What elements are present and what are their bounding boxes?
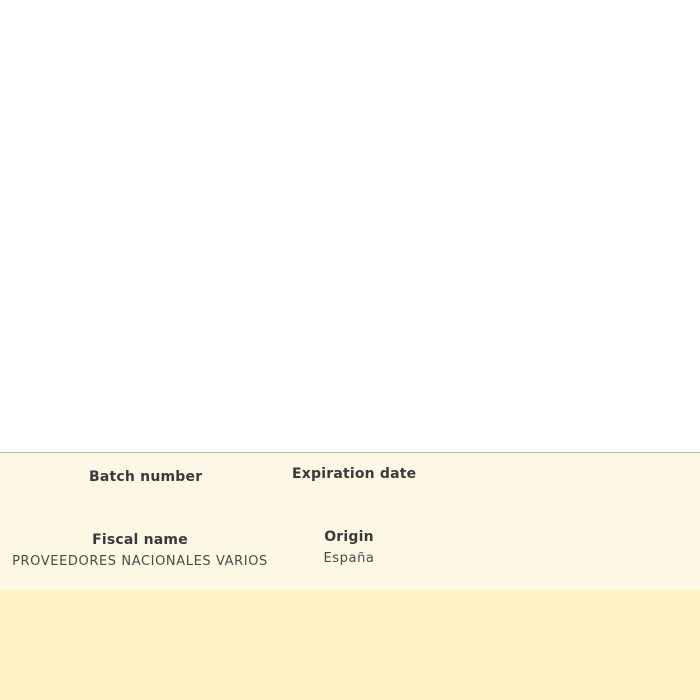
fiscal-name-field: Fiscal name PROVEEDORES NACIONALES VARIO… <box>4 532 276 569</box>
origin-label: Origin <box>324 529 374 545</box>
footer-area <box>0 590 700 700</box>
expiration-date-field: Expiration date <box>292 466 417 488</box>
fiscal-name-value: PROVEEDORES NACIONALES VARIOS <box>12 554 268 569</box>
origin-value: España <box>323 551 375 566</box>
batch-number-field: Batch number <box>89 469 203 491</box>
batch-number-label: Batch number <box>89 469 203 485</box>
content-area <box>0 0 700 452</box>
product-details-panel: Batch number Expiration date Fiscal name… <box>0 452 700 591</box>
fiscal-name-label: Fiscal name <box>92 532 188 548</box>
origin-field: Origin España <box>309 529 389 566</box>
expiration-date-label: Expiration date <box>292 466 417 482</box>
app-window: Batch number Expiration date Fiscal name… <box>0 0 700 700</box>
